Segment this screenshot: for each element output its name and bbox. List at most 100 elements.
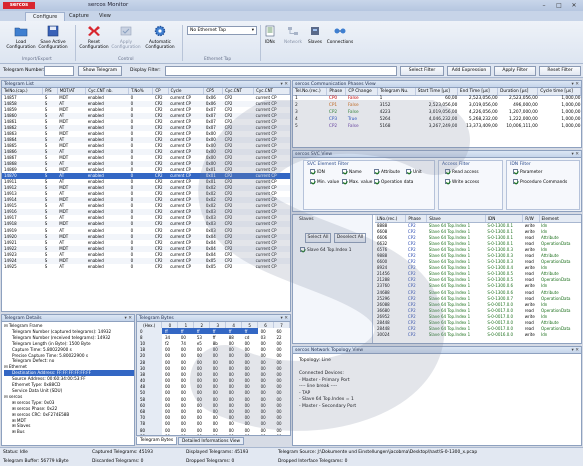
panel-buttons[interactable]: ▾ ✕ <box>572 81 579 88</box>
panel-buttons[interactable]: ▾ ✕ <box>281 81 288 88</box>
apply-configuration-button[interactable]: Apply Configuration <box>109 25 143 55</box>
table-cell: current CP <box>170 263 191 269</box>
ethernet-tap-select[interactable]: No Ethernet Tap ▾ <box>187 26 257 35</box>
byte-cell[interactable]: 00 <box>194 433 210 435</box>
connections-view-button[interactable]: Connections <box>326 25 354 55</box>
filter-checkbox-label: Write access <box>452 180 480 185</box>
select-all-button[interactable]: Select All <box>305 233 331 243</box>
telegram-list-table: TelNo.(cap.) P/S MDT/AT Cyc.CNT nb. T.No% CP C… <box>2 88 290 270</box>
idns-view-label: IDNs <box>264 40 276 45</box>
column-header[interactable]: Telegram Nu. <box>377 88 416 96</box>
byte-cell[interactable]: 00 <box>210 433 226 435</box>
panel-buttons[interactable]: ▾ ✕ <box>281 315 288 322</box>
table-row[interactable]: 30024 CP2 Slave 64 Top.Index 1 S-0-0016.0.0… <box>375 332 581 338</box>
idns-view-button[interactable]: IDNs <box>259 25 281 55</box>
byte-cell[interactable]: 00 <box>242 433 258 435</box>
table-row[interactable]: 2 CP1 False 3152 2,523,056,00 3,019,056,00 496… <box>293 102 581 109</box>
apply-filter-button[interactable]: Apply Filter <box>494 66 536 76</box>
telegram-buffer: Telegram Buffer: 56779 kByte <box>3 459 69 464</box>
filter-checkbox[interactable]: Parameter <box>513 168 542 177</box>
table-row[interactable]: 4 CP3 True 5264 4,046,232,00 5,268,232,00 1,22… <box>293 116 581 123</box>
table-cell: CP1 <box>328 103 338 108</box>
table-row[interactable]: 14925 S AT enabled 0 CP2 current CP 0x05 CP2 curr… <box>2 264 290 270</box>
access-filter-caption: Access Filter <box>442 162 470 167</box>
tab-detailed-informations-view[interactable]: Detailed Informations View <box>178 437 245 445</box>
column-header[interactable]: Slave <box>426 215 486 223</box>
reset-configuration-button[interactable]: Reset Configuration <box>77 25 111 55</box>
ribbon-tabs: Configure Capture View <box>0 11 583 21</box>
byte-cell[interactable]: 00 <box>258 433 274 435</box>
select-filter-button[interactable]: Select Filter <box>400 66 444 76</box>
panel-buttons[interactable]: ▾ ✕ <box>125 315 132 322</box>
column-header[interactable]: Duration [µs] <box>497 88 539 96</box>
telegram-list-header: Telegram List ▾ ✕ <box>2 81 290 88</box>
byte-cell[interactable]: 00 <box>274 433 290 435</box>
save-active-configuration-button[interactable]: Save Active Configuration <box>36 25 70 55</box>
table-row[interactable]: 3 CP2 False 4223 3,019,056,00 4,226,056,00 1,2… <box>293 109 581 116</box>
telegram-bytes-title: Telegram Bytes <box>139 316 174 321</box>
title-bar: sercos sercos Monitor – □ ✕ <box>0 0 583 11</box>
add-expression-button[interactable]: Add Expression <box>447 66 491 76</box>
folder-icon <box>14 27 28 37</box>
filter-checkbox[interactable]: Write access <box>445 178 479 187</box>
column-header[interactable]: Phase <box>326 88 347 96</box>
byte-cell[interactable]: 00 <box>178 433 194 435</box>
checkbox-checked-icon <box>342 179 347 184</box>
status-bar: Status: Idle Telegram Buffer: 56779 kByt… <box>0 447 583 466</box>
table-row[interactable]: 5 CP2 False 5168 3,267,249,00 13,373,409,00 10… <box>293 123 581 130</box>
telegram-details-title: Telegram Details <box>4 316 42 321</box>
column-header[interactable]: R/W <box>522 215 540 223</box>
tab-view[interactable]: View <box>92 12 118 21</box>
byte-cell[interactable]: 00 <box>162 433 178 435</box>
maximize-button[interactable]: □ <box>552 1 566 10</box>
filter-checkbox[interactable]: Operation data <box>374 178 413 187</box>
column-header[interactable]: Cycle time [µs] <box>537 88 581 96</box>
minimize-button[interactable]: – <box>537 1 551 10</box>
display-filter-input[interactable] <box>165 66 397 76</box>
slaves-view-button[interactable]: Slaves <box>305 25 325 55</box>
load-configuration-button[interactable]: Load Configuration <box>4 25 38 55</box>
filter-checkbox[interactable]: Read access <box>445 168 479 177</box>
filter-checkbox[interactable]: Min. value <box>310 178 339 187</box>
filter-checkbox-label: IDN <box>317 170 325 175</box>
panel-buttons[interactable]: ▾ ✕ <box>572 347 579 354</box>
table-row[interactable]: 1 CP0 False 1 60,00 2,523,056,00 2,523,056,00 1… <box>293 95 581 102</box>
filter-checkbox[interactable]: Name <box>342 168 362 177</box>
telegram-number-input[interactable] <box>44 66 74 76</box>
checkbox-checked-icon <box>513 179 518 184</box>
filter-checkbox[interactable]: Attribute <box>374 168 400 177</box>
checkbox-checked-icon <box>445 179 450 184</box>
automatic-configuration-button[interactable]: Automatic Configuration <box>143 25 177 55</box>
tab-configure[interactable]: Configure <box>25 12 66 21</box>
show-telegram-button[interactable]: Show Telegram <box>78 66 122 76</box>
tab-capture[interactable]: Capture <box>62 12 96 21</box>
column-header[interactable]: CP Change <box>345 88 379 96</box>
slave-checkbox-item[interactable]: Slave 64 Top.Index 1 <box>300 247 352 253</box>
network-view-button[interactable]: Network <box>281 25 305 55</box>
deselect-all-button[interactable]: Deselect All <box>334 233 366 243</box>
table-cell: CP2 <box>224 263 233 269</box>
floppy-icon <box>47 25 59 37</box>
filter-checkbox-label: Name <box>349 170 362 175</box>
table-cell: CP0 <box>328 96 338 102</box>
column-header[interactable]: Phase <box>405 215 428 223</box>
byte-cell[interactable]: 00 <box>226 433 242 435</box>
tree-node[interactable]: ⊞ Bus <box>4 429 134 435</box>
column-header[interactable]: End Time [µs] <box>457 88 499 96</box>
reset-filter-button[interactable]: Reset Filter <box>539 66 581 76</box>
table-cell: 1,207,000,00 <box>509 110 538 115</box>
filter-checkbox[interactable]: IDN <box>310 168 325 177</box>
filter-checkbox[interactable]: Max. value <box>342 178 372 187</box>
column-header[interactable]: LNo.(rec.) <box>375 215 407 223</box>
column-header[interactable]: IDN <box>485 215 524 223</box>
tab-telegram-bytes[interactable]: Telegram Bytes <box>136 437 178 445</box>
ethernet-tap-value: No Ethernet Tap <box>190 28 226 33</box>
idn-filter-caption: IDN Filter <box>510 162 531 167</box>
close-button[interactable]: ✕ <box>567 1 581 10</box>
column-header[interactable]: Element <box>539 215 581 223</box>
column-header[interactable]: Tel.No.(rec.) <box>293 88 328 96</box>
panel-buttons[interactable]: ▾ ✕ <box>572 151 579 158</box>
filter-checkbox[interactable]: Procedure Commands <box>513 178 567 187</box>
filter-checkbox[interactable]: Unit <box>406 168 422 177</box>
column-header[interactable]: Start Time [µs] <box>415 88 458 96</box>
